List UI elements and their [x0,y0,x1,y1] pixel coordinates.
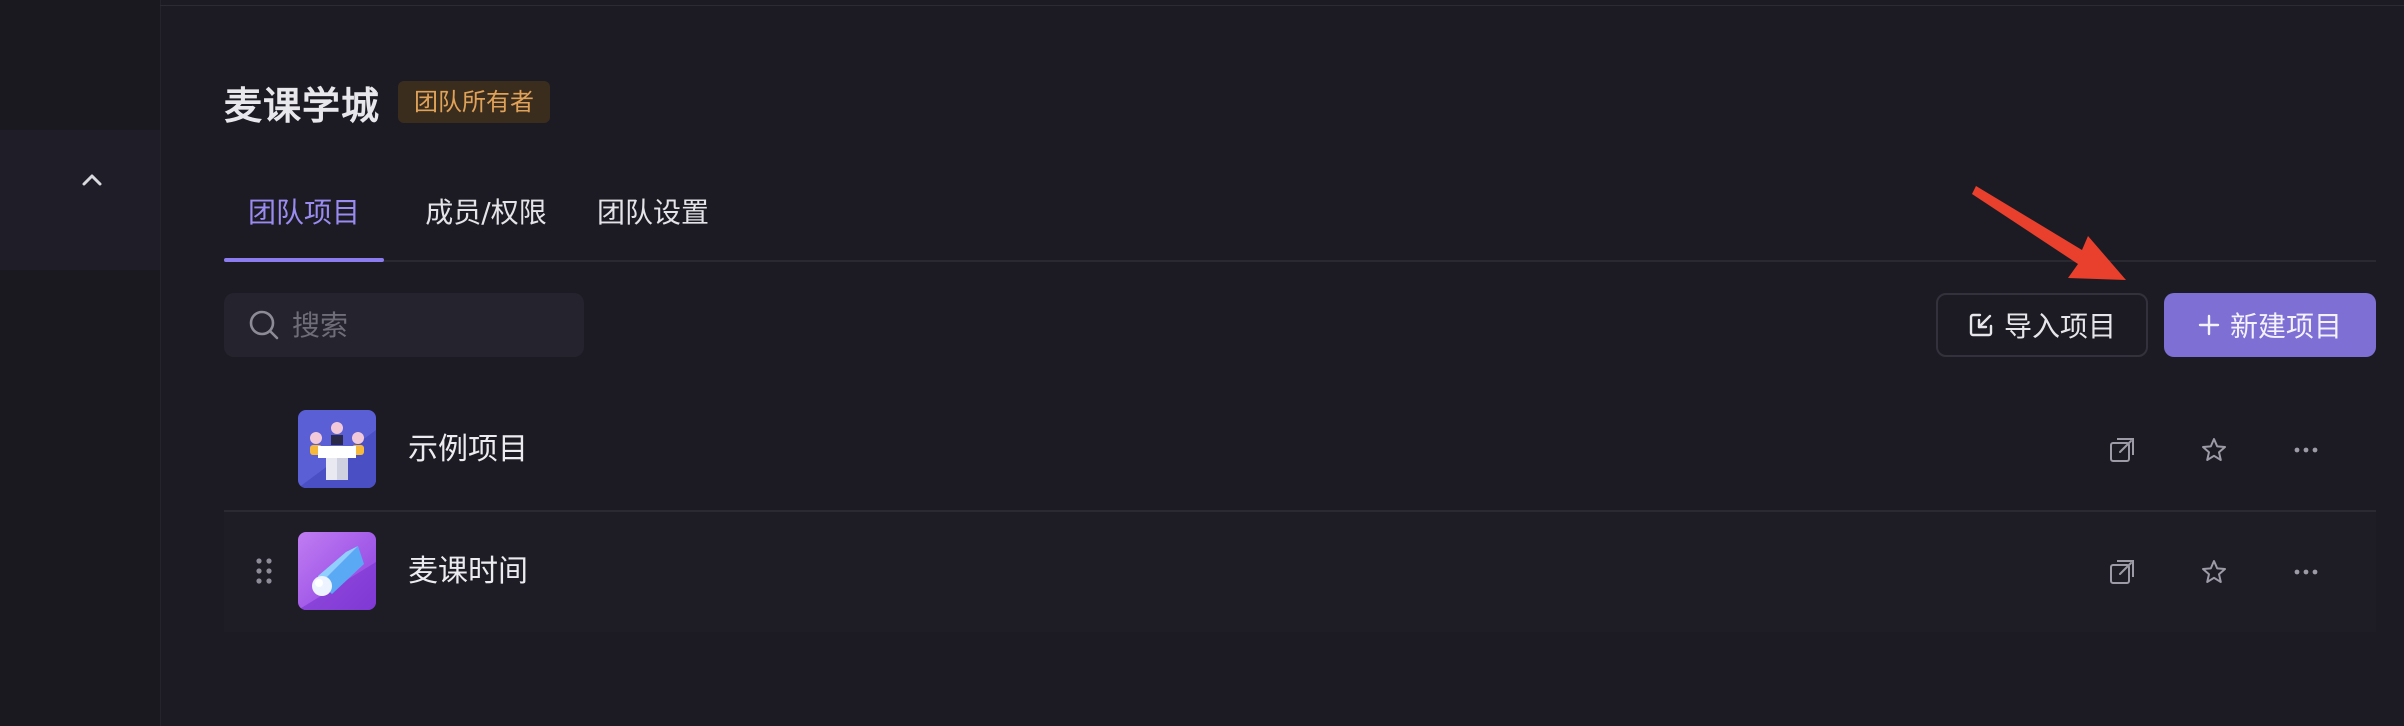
import-icon [1968,312,1994,338]
search-input[interactable] [290,307,554,343]
more-horizontal-icon [2294,447,2318,453]
chevron-up-icon [82,174,102,186]
more-options-button[interactable] [2286,430,2326,470]
team-name: 麦课学城 [224,83,381,128]
annotation-arrow-icon [1972,186,2126,280]
new-project-button[interactable]: 新建项目 [2164,293,2376,357]
open-external-icon [2110,438,2134,462]
project-row[interactable]: 示例项目 [224,390,2376,512]
more-options-button[interactable] [2286,552,2326,592]
comet-icon [298,532,376,610]
role-badge: 团队所有者 [398,81,551,123]
search-box[interactable] [224,293,584,357]
sidebar-collapse-button[interactable] [72,160,112,200]
plus-icon [2198,314,2220,336]
top-divider [160,5,2404,6]
open-external-icon [2110,560,2134,584]
tab-members-permissions[interactable]: 成员/权限 [416,180,556,260]
tab-team-settings[interactable]: 团队设置 [588,180,718,260]
tab-team-projects[interactable]: 团队项目 [224,180,384,262]
import-project-label: 导入项目 [2003,310,2116,343]
sidebar [0,0,161,726]
sidebar-team-section [0,130,160,270]
app-root: 麦课学城 团队所有者 团队项目 成员/权限 团队设置 搜索 导入项目 新建项目 … [0,0,2404,726]
team-header: 麦课学城 团队所有者 [224,72,551,132]
star-icon [2202,438,2226,461]
project-name[interactable]: 示例项目 [408,390,528,510]
open-external-button[interactable] [2102,552,2142,592]
project-row[interactable]: 麦课时间 [224,512,2376,632]
star-icon [2202,560,2226,583]
import-project-button[interactable]: 导入项目 [1936,293,2148,357]
drag-dots-icon [256,558,272,584]
favorite-button[interactable] [2194,552,2234,592]
drag-handle[interactable] [254,556,274,586]
new-project-label: 新建项目 [2229,310,2342,343]
more-horizontal-icon [2294,569,2318,575]
favorite-button[interactable] [2194,430,2234,470]
team-meeting-icon [298,410,376,488]
project-name[interactable]: 麦课时间 [408,512,528,632]
search-icon [249,310,279,340]
open-external-button[interactable] [2102,430,2142,470]
